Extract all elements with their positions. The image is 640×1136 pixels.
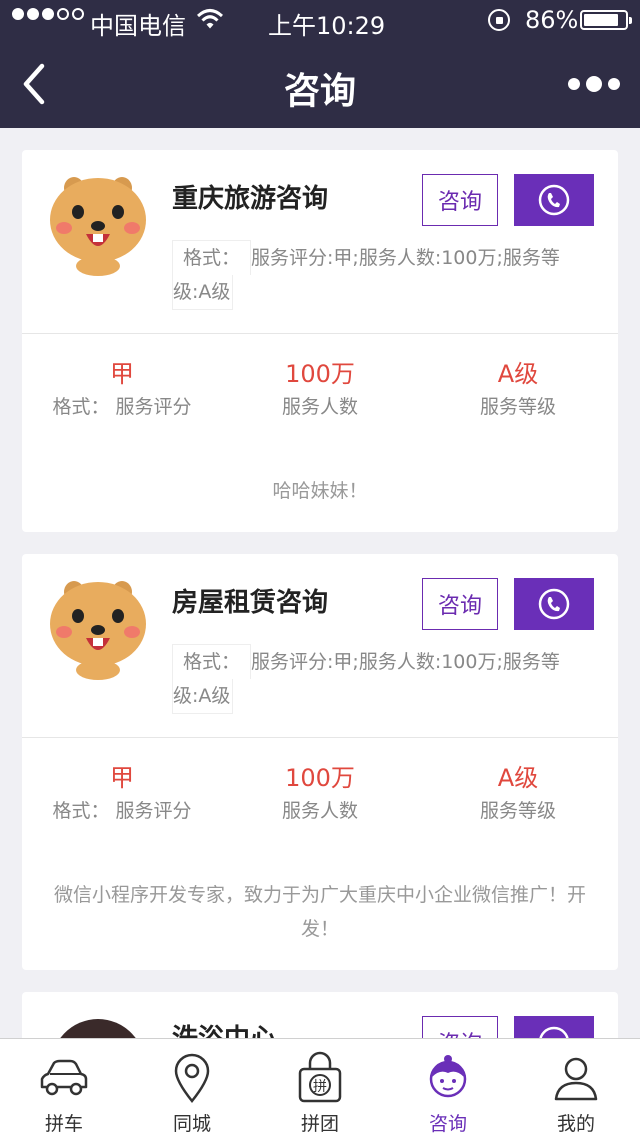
card-intro: 哈哈妹妹！ bbox=[272, 480, 368, 502]
tab-consult[interactable]: 咨询 bbox=[384, 1039, 512, 1136]
stat-value: A级 bbox=[497, 764, 539, 792]
stat-label: 服务人数 bbox=[281, 396, 358, 418]
tab-label: 我的 bbox=[556, 1113, 595, 1135]
profile-icon bbox=[554, 1057, 598, 1101]
description-tag: 格式： bbox=[172, 644, 252, 679]
phone-icon bbox=[538, 184, 570, 216]
car-icon bbox=[40, 1059, 88, 1096]
cartoon-avatar-icon bbox=[50, 177, 146, 276]
rotation-lock-icon bbox=[488, 9, 510, 31]
stat-label: 服务人数 bbox=[281, 800, 358, 822]
card-title: 重庆旅游咨询 bbox=[172, 184, 329, 214]
stat-value: A级 bbox=[497, 360, 539, 388]
stat-users: 100万 服务人数 bbox=[220, 760, 420, 826]
bottom-tab-bar: 拼车 同城 拼 拼团 咨询 我的 bbox=[0, 1038, 640, 1136]
top-bar: 中国电信 上午10:29 86% 咨询 bbox=[0, 0, 640, 128]
tab-city[interactable]: 同城 bbox=[128, 1039, 256, 1136]
stat-value: 甲 bbox=[110, 360, 134, 388]
description-tail: 级:A级 bbox=[172, 275, 234, 310]
location-pin-icon bbox=[174, 1053, 210, 1104]
stat-label: 服务评分 bbox=[115, 800, 192, 822]
stat-users: 100万 服务人数 bbox=[220, 356, 420, 422]
tab-label: 拼车 bbox=[44, 1113, 83, 1135]
stat-label: 服务等级 bbox=[479, 396, 556, 418]
phone-call-button[interactable] bbox=[514, 578, 594, 630]
carrier-name: 中国电信 bbox=[90, 12, 186, 40]
description-tag: 格式： bbox=[172, 240, 252, 275]
card-intro: 微信小程序开发专家，致力于为广大重庆中小企业微信推广！开发！ bbox=[53, 884, 586, 940]
stat-level: A级 服务等级 bbox=[418, 760, 618, 826]
consult-card[interactable]: 重庆旅游咨询 咨询 格式： 服务评分:甲;服务人数:100万;服务等 级:A级 甲… bbox=[22, 150, 618, 532]
description-tail: 级:A级 bbox=[172, 679, 234, 714]
signal-strength-icon bbox=[12, 8, 84, 20]
phone-icon bbox=[538, 588, 570, 620]
stat-rating: 甲 格式： 服务评分 bbox=[22, 356, 222, 422]
stat-value: 甲 bbox=[110, 764, 134, 792]
divider bbox=[22, 333, 618, 334]
tab-mine[interactable]: 我的 bbox=[512, 1039, 640, 1136]
stat-value: 100万 bbox=[285, 360, 355, 388]
stat-prefix: 格式： bbox=[52, 800, 110, 822]
cartoon-avatar-icon bbox=[50, 581, 146, 680]
more-options-icon[interactable] bbox=[568, 76, 620, 92]
group-bag-icon: 拼 bbox=[298, 1051, 342, 1103]
stat-label: 服务等级 bbox=[479, 800, 556, 822]
consultant-icon bbox=[429, 1055, 467, 1098]
stat-rating: 甲 格式： 服务评分 bbox=[22, 760, 222, 826]
card-title: 房屋租赁咨询 bbox=[172, 588, 329, 618]
status-bar: 中国电信 上午10:29 86% bbox=[0, 0, 640, 40]
tab-label: 咨询 bbox=[428, 1113, 467, 1135]
consult-button[interactable]: 咨询 bbox=[422, 578, 498, 630]
tab-group-buy[interactable]: 拼 拼团 bbox=[256, 1039, 384, 1136]
description-text: 服务评分:甲;服务人数:100万;服务等 bbox=[251, 247, 560, 269]
stat-prefix: 格式： bbox=[52, 396, 110, 418]
card-description: 格式： 服务评分:甲;服务人数:100万;服务等 级:A级 bbox=[172, 644, 572, 714]
card-description: 格式： 服务评分:甲;服务人数:100万;服务等 级:A级 bbox=[172, 240, 572, 310]
battery-icon bbox=[580, 10, 632, 30]
description-text: 服务评分:甲;服务人数:100万;服务等 bbox=[251, 651, 560, 673]
divider bbox=[22, 737, 618, 738]
consult-card[interactable]: 房屋租赁咨询 咨询 格式： 服务评分:甲;服务人数:100万;服务等 级:A级 甲… bbox=[22, 554, 618, 970]
battery-percentage: 86% bbox=[525, 6, 579, 34]
stat-level: A级 服务等级 bbox=[418, 356, 618, 422]
status-time: 上午10:29 bbox=[268, 12, 386, 40]
stat-value: 100万 bbox=[285, 764, 355, 792]
tab-carpool[interactable]: 拼车 bbox=[0, 1039, 128, 1136]
page-title: 咨询 bbox=[283, 71, 356, 112]
wifi-icon bbox=[197, 9, 223, 29]
phone-call-button[interactable] bbox=[514, 174, 594, 226]
tab-label: 拼团 bbox=[300, 1113, 339, 1135]
tab-label: 同城 bbox=[172, 1113, 211, 1135]
stat-label: 服务评分 bbox=[115, 396, 192, 418]
consult-button[interactable]: 咨询 bbox=[422, 174, 498, 226]
svg-text:拼: 拼 bbox=[313, 1079, 327, 1095]
